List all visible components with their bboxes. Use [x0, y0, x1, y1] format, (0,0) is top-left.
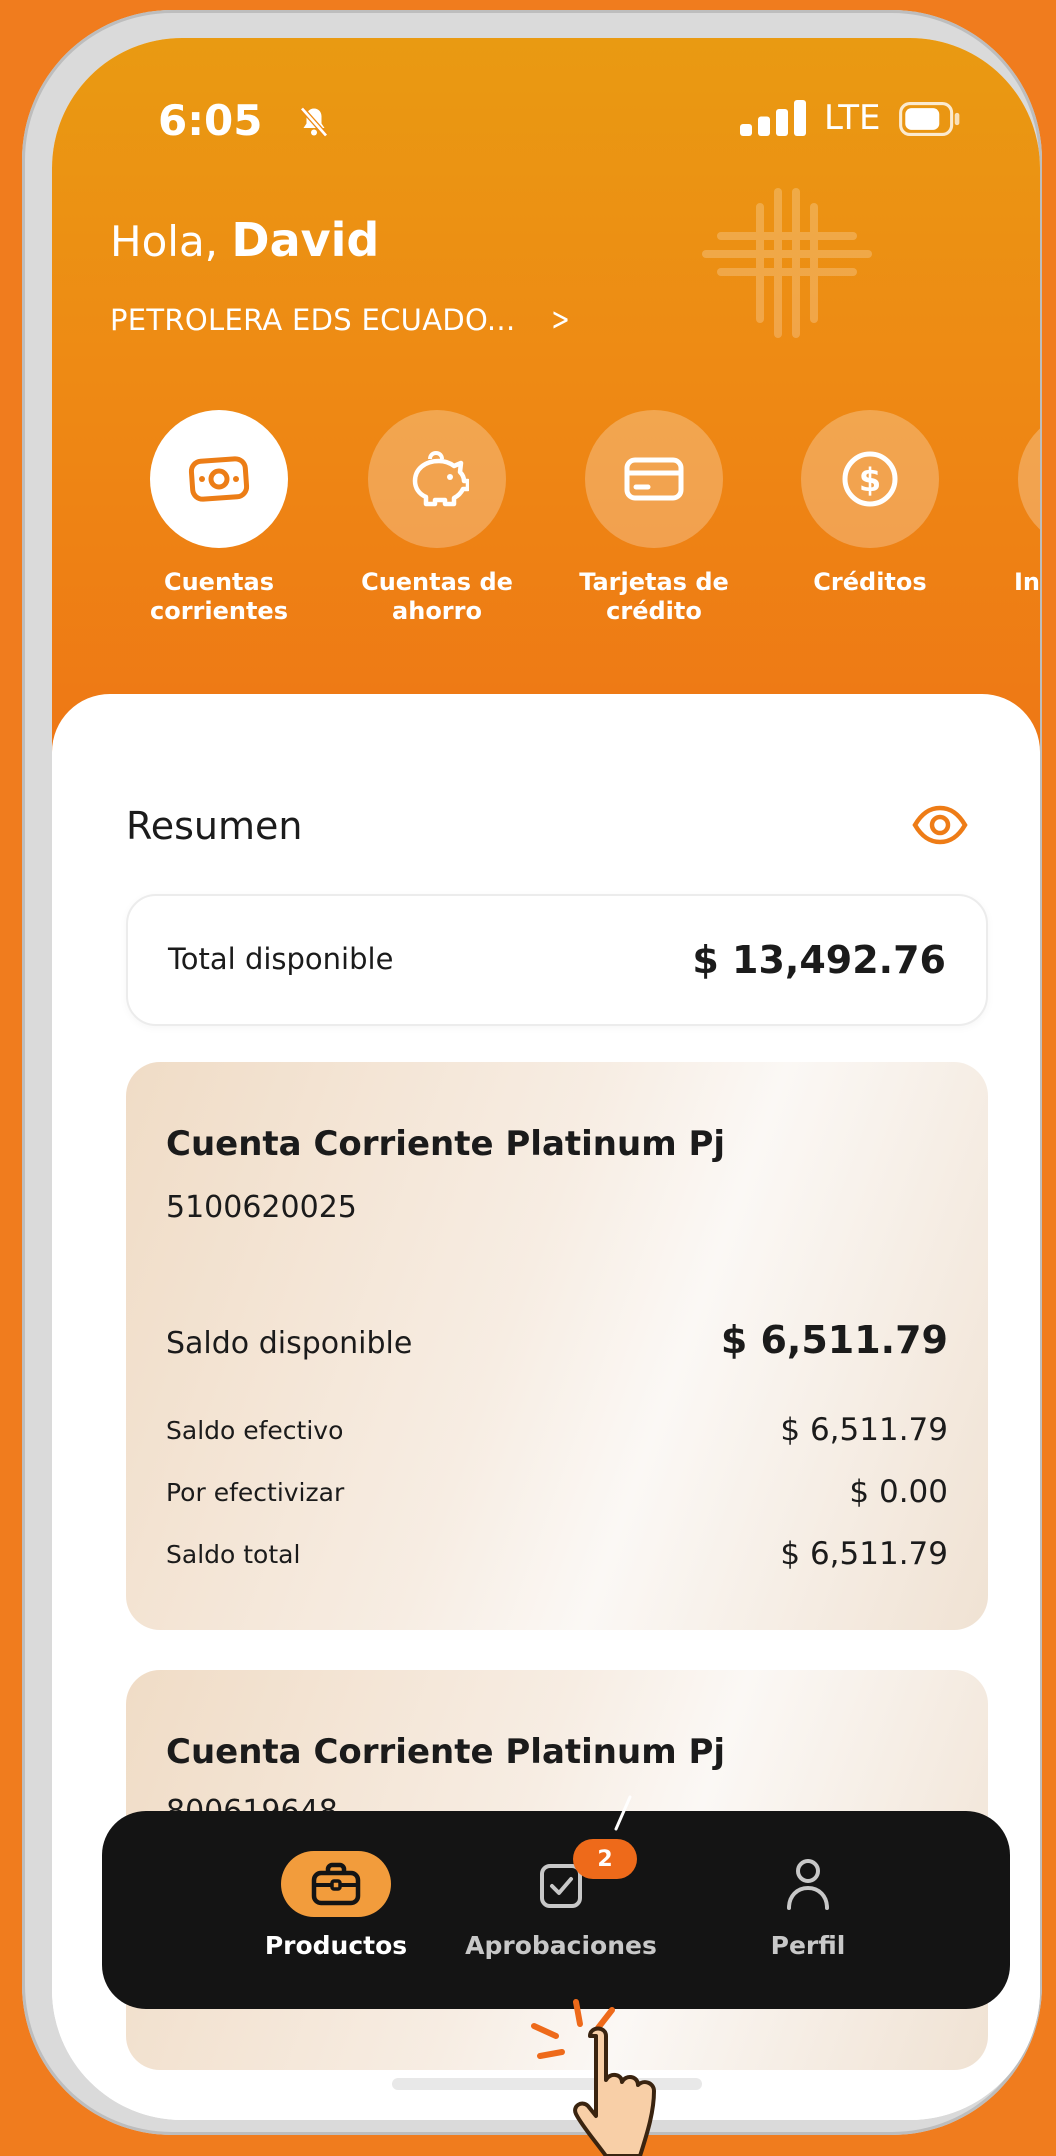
status-time: 6:05 [158, 96, 263, 145]
total-balance-value: $ 6,511.79 [780, 1536, 948, 1572]
tap-hint-line [614, 1795, 632, 1831]
network-label: LTE [824, 98, 881, 138]
person-icon [787, 1859, 829, 1910]
summary-title: Resumen [126, 804, 303, 848]
pending-balance-value: $ 0.00 [849, 1474, 948, 1510]
nav-label: Perfil [770, 1931, 846, 1960]
category-inversiones[interactable]: Inve [1002, 410, 1040, 597]
account-name: Cuenta Corriente Platinum Pj [166, 1124, 726, 1164]
app-screen: 6:05 LTE Hola, David PETROLERA EDS ECUAD… [52, 38, 1040, 2120]
battery-icon [899, 102, 960, 136]
nav-label: Productos [264, 1931, 408, 1960]
eye-icon[interactable] [912, 800, 968, 850]
nav-label: Aprobaciones [465, 1931, 657, 1960]
category-cuentas-corrientes[interactable]: Cuentas corrientes [134, 410, 304, 626]
category-label: Créditos [813, 568, 927, 596]
effective-balance-value: $ 6,511.79 [780, 1412, 948, 1448]
user-name: David [231, 213, 380, 267]
category-label: Cuentas de ahorro [361, 568, 513, 625]
company-name: PETROLERA EDS ECUADO... [110, 303, 516, 337]
notification-badge: 2 [573, 1839, 637, 1879]
total-available-card: Total disponible $ 13,492.76 [126, 894, 988, 1026]
pending-balance-label: Por efectivizar [166, 1478, 345, 1507]
signal-icon [740, 100, 806, 136]
account-number: 5100620025 [166, 1190, 357, 1225]
briefcase-icon [311, 1862, 361, 1906]
category-cuentas-de-ahorro[interactable]: Cuentas de ahorro [352, 410, 522, 626]
piggy-bank-icon [412, 451, 469, 507]
account-card[interactable]: Cuenta Corriente Platinum Pj 5100620025 … [126, 1062, 988, 1630]
bottom-nav: Productos 2 Aprobaciones Perfil [102, 1811, 1010, 2009]
active-pill [281, 1851, 391, 1917]
bank-logo-watermark [702, 188, 872, 338]
cash-icon [188, 456, 250, 502]
silent-bell-icon [300, 106, 328, 138]
total-available-label: Total disponible [168, 942, 394, 976]
svg-text:$: $ [859, 461, 881, 499]
nav-aprobaciones[interactable]: 2 Aprobaciones [451, 1839, 671, 1960]
header-area: 6:05 LTE Hola, David PETROLERA EDS ECUAD… [52, 38, 1040, 778]
total-available-value: $ 13,492.76 [692, 938, 946, 982]
category-label: Tarjetas de crédito [579, 568, 729, 625]
available-balance-value: $ 6,511.79 [720, 1318, 948, 1362]
nav-perfil[interactable]: Perfil [698, 1851, 918, 1960]
phone-frame: 6:05 LTE Hola, David PETROLERA EDS ECUAD… [22, 10, 1042, 2135]
greeting: Hola, David [110, 213, 379, 267]
category-tarjetas-de-credito[interactable]: Tarjetas de crédito [569, 410, 739, 626]
category-label: Inve [1014, 568, 1040, 596]
dollar-coin-icon: $ [842, 451, 898, 507]
status-bar: 6:05 LTE [52, 96, 1040, 156]
credit-card-icon [624, 457, 684, 501]
total-balance-label: Saldo total [166, 1540, 301, 1569]
chevron-right-icon: > [551, 300, 571, 338]
nav-productos[interactable]: Productos [226, 1851, 446, 1960]
effective-balance-label: Saldo efectivo [166, 1416, 344, 1445]
product-categories: Cuentas corrientes Cuentas de ahorro Tar… [52, 410, 1040, 670]
available-balance-label: Saldo disponible [166, 1326, 413, 1361]
greeting-prefix: Hola, [110, 217, 219, 266]
category-label: Cuentas corrientes [149, 568, 288, 625]
tap-hand-icon [531, 1999, 656, 2156]
company-selector[interactable]: PETROLERA EDS ECUADO... > [110, 300, 574, 338]
category-creditos[interactable]: $ Créditos [785, 410, 955, 597]
account-name: Cuenta Corriente Platinum Pj [166, 1732, 726, 1772]
